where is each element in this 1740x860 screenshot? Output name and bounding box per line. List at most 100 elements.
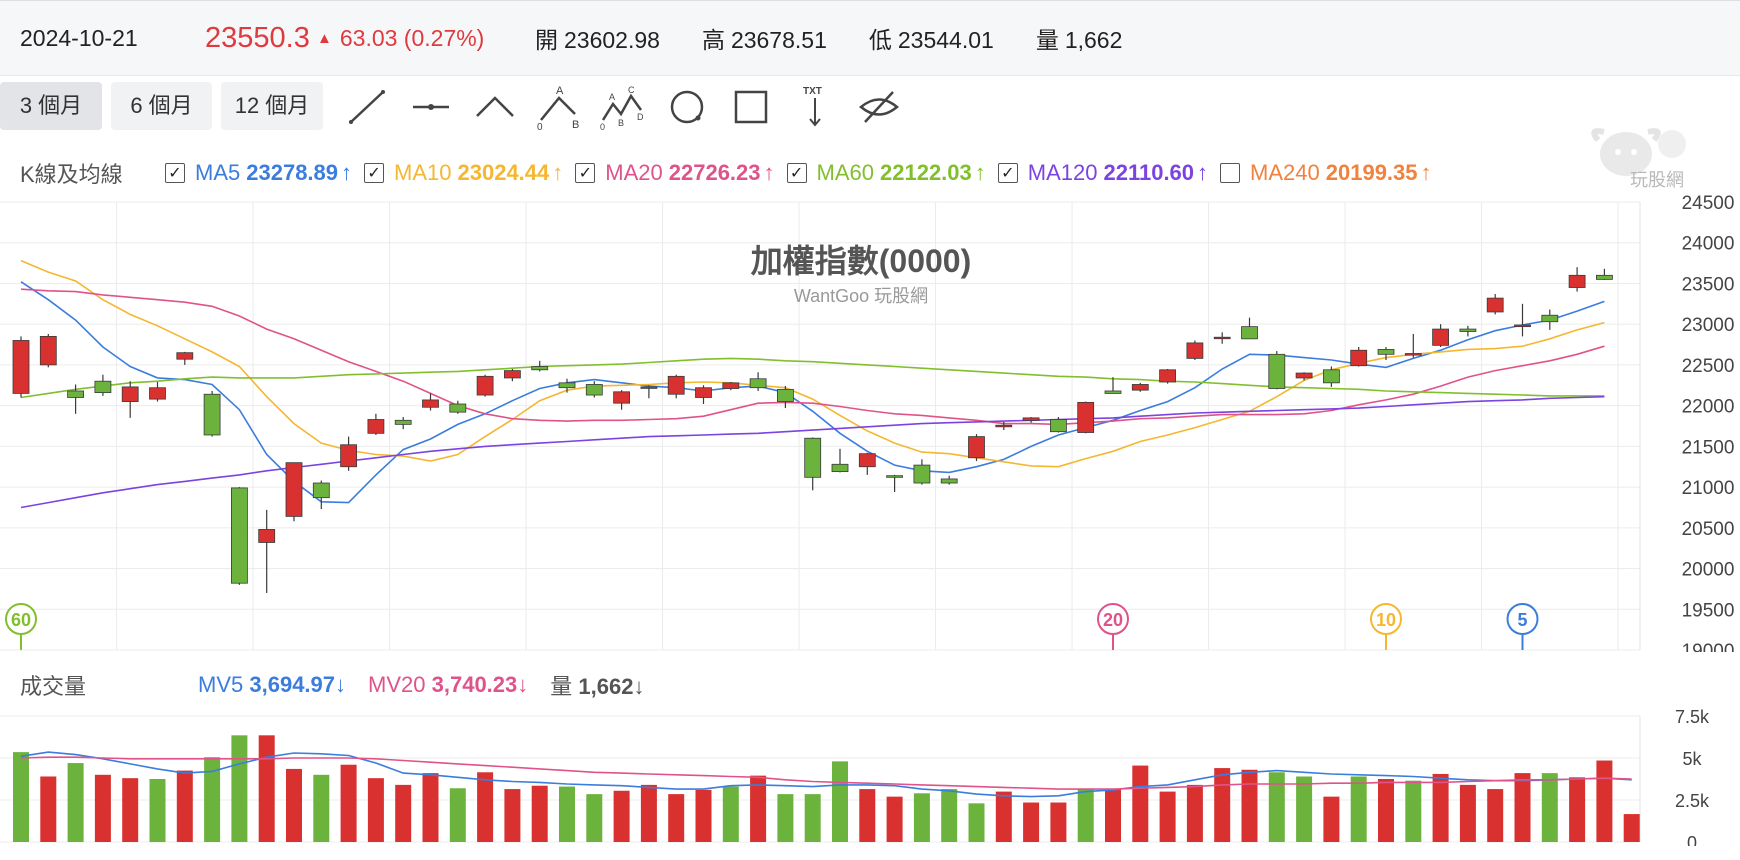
- line-tool-icon[interactable]: [343, 84, 391, 130]
- circle-tool-icon[interactable]: [663, 84, 711, 130]
- volume-bar: [941, 789, 958, 842]
- volume-value: 1,662: [578, 674, 634, 699]
- candle-body: [1514, 324, 1531, 328]
- y-tick-label: 19000: [1682, 641, 1735, 652]
- volume-bar: [1432, 773, 1449, 842]
- volume-bar: [67, 763, 84, 842]
- volume-bar: [586, 794, 603, 842]
- ma5-checkbox[interactable]: ✓: [165, 163, 185, 183]
- volume-bar: [449, 788, 466, 842]
- rectangle-tool-icon[interactable]: [727, 84, 775, 130]
- volume-bar: [176, 770, 193, 842]
- candle-body: [1404, 353, 1422, 356]
- period-12m-button[interactable]: 12 個月: [221, 82, 323, 130]
- volume-bar: [804, 794, 821, 842]
- volume-bar: [1268, 772, 1285, 842]
- candle-body: [613, 391, 630, 404]
- volume-bar: [313, 774, 330, 842]
- volume-bar: [477, 772, 494, 842]
- candle-body: [203, 393, 221, 436]
- ma120-value: 22110.60: [1103, 160, 1195, 185]
- candle-body: [367, 419, 385, 434]
- volume-legend-item-mv20: MV20 3,740.23↓: [368, 672, 528, 698]
- abc-pattern-tool-icon[interactable]: A B 0: [535, 84, 583, 133]
- candle-body: [804, 437, 822, 478]
- y-tick-label: 24500: [1682, 193, 1735, 214]
- candle-body: [831, 463, 849, 473]
- volume-bar: [886, 796, 903, 842]
- quote-high: 高 23678.51: [702, 21, 827, 55]
- abcd-pattern-tool-icon[interactable]: A C B D 0: [599, 84, 647, 132]
- quote-bar: 2024-10-21 23550.3 ▲ 63.03 (0.27%) 開 2360…: [0, 0, 1740, 76]
- quote-low-label: 低: [868, 27, 892, 53]
- ma120-checkbox[interactable]: ✓: [997, 163, 1018, 183]
- abcd-label-d: D: [637, 112, 644, 122]
- quote-change-value: 63.03 (0.27%): [339, 24, 485, 51]
- period-marker-label: 20: [1103, 610, 1123, 630]
- period-6m-button[interactable]: 6 個月: [111, 82, 212, 130]
- volume-bar: [1541, 773, 1558, 842]
- volume-bar: [1596, 760, 1613, 842]
- volume-bar: [1569, 777, 1586, 842]
- ma240-checkbox[interactable]: [1220, 163, 1241, 183]
- horizontal-line-tool-icon[interactable]: [407, 84, 455, 130]
- ma-legend-item-ma10: ✓ MA10 23024.44 ↑: [364, 160, 563, 186]
- candle-body: [749, 378, 767, 389]
- candle-body: [968, 436, 985, 459]
- ma20-checkbox[interactable]: ✓: [575, 163, 596, 183]
- period-3m-button[interactable]: 3 個月: [0, 82, 102, 130]
- angle-tool-icon[interactable]: [471, 84, 519, 130]
- ma5-value: 23278.89: [246, 160, 339, 185]
- abc-label-zero: 0: [537, 122, 543, 130]
- down-arrow-icon: ↓: [335, 672, 347, 697]
- volume-bar: [13, 752, 29, 842]
- volume-bar: [832, 761, 848, 842]
- abcd-label-b: B: [618, 118, 624, 128]
- y-tick-label: 0: [1687, 833, 1697, 846]
- candle-body: [777, 388, 794, 402]
- quote-volume-value: 1,662: [1064, 27, 1123, 53]
- ma60-checkbox[interactable]: ✓: [786, 163, 807, 183]
- chart-title: 加權指數(0000): [750, 243, 972, 279]
- ma60-value: 22122.03: [880, 160, 972, 185]
- volume-chart[interactable]: 0 2.5k 5k 7.5k: [0, 706, 1740, 846]
- period-marker-label: 5: [1517, 610, 1527, 630]
- candle-body: [476, 375, 494, 396]
- candle-body: [1077, 401, 1095, 433]
- candle-body: [67, 390, 84, 398]
- candle-body: [695, 387, 712, 398]
- volume-bar: [1514, 773, 1531, 842]
- ma-legend-title: K線及均線: [20, 162, 123, 187]
- y-tick-label: 20000: [1682, 560, 1735, 581]
- ma10-value: 23024.44: [457, 160, 550, 185]
- ma10-checkbox[interactable]: ✓: [364, 163, 385, 183]
- hide-drawings-icon[interactable]: [855, 84, 903, 130]
- volume-bar: [1296, 776, 1313, 842]
- candle-body: [12, 340, 30, 394]
- ma20-name: MA20: [605, 160, 663, 185]
- ma10-name: MA10: [394, 160, 452, 185]
- volume-bar: [258, 735, 275, 842]
- logo-text: 玩股網: [1630, 170, 1684, 190]
- volume-legend-item-volume: 量 1,662↓: [550, 669, 644, 701]
- candle-body: [503, 370, 521, 379]
- text-tool-icon[interactable]: TXT: [791, 84, 839, 130]
- ma-legend: K線及均線 ✓ MA5 23278.89 ↑ ✓ MA10 23024.44 ↑…: [0, 156, 1600, 190]
- candle-body: [94, 380, 112, 394]
- y-tick-label: 20500: [1682, 519, 1735, 540]
- volume-bar: [94, 774, 111, 842]
- volume-bar: [1214, 768, 1231, 842]
- ma-legend-item-ma240: MA240 20199.35 ↑: [1220, 160, 1432, 186]
- candle-body: [1323, 369, 1340, 384]
- abcd-label-a: A: [609, 92, 615, 102]
- candle-body: [1186, 342, 1204, 359]
- period-marker-label: 60: [11, 610, 31, 630]
- quote-open: 開 23602.98: [535, 21, 660, 55]
- quote-open-label: 開: [535, 27, 558, 53]
- chart-subtitle: WantGoo 玩股網: [793, 286, 929, 306]
- candle-body: [858, 453, 876, 468]
- volume-bar: [668, 794, 685, 842]
- volume-bar: [1132, 765, 1149, 842]
- text-tool-label: TXT: [803, 86, 822, 97]
- volume-legend-item-mv5: MV5 3,694.97↓: [198, 672, 346, 698]
